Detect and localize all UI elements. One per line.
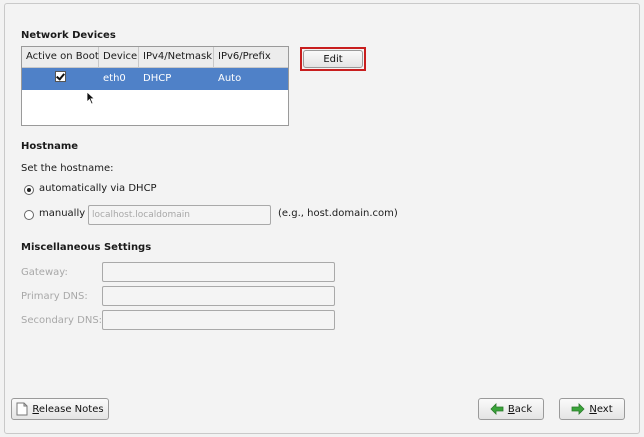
secondary-dns-label: Secondary DNS: <box>21 315 103 326</box>
back-button[interactable]: Back <box>478 398 544 420</box>
column-header-active[interactable]: Active on Boot <box>22 47 99 67</box>
arrow-right-icon <box>571 403 585 415</box>
manual-label[interactable]: manually <box>39 208 85 219</box>
column-header-ipv4[interactable]: IPv4/Netmask <box>139 47 214 67</box>
gateway-label: Gateway: <box>21 267 68 278</box>
arrow-left-icon <box>490 403 504 415</box>
ipv4-cell: DHCP <box>143 73 172 84</box>
edit-button-label: Edit <box>323 53 343 65</box>
table-header: Active on Boot Device IPv4/Netmask IPv6/… <box>22 47 288 68</box>
hostname-input[interactable]: localhost.localdomain <box>88 205 271 225</box>
misc-settings-title: Miscellaneous Settings <box>21 242 152 253</box>
back-label: Back <box>507 403 533 415</box>
primary-dns-input[interactable] <box>102 286 335 306</box>
mouse-pointer-icon <box>86 91 96 105</box>
set-hostname-label: Set the hostname: <box>21 163 114 174</box>
column-header-ipv6[interactable]: IPv6/Prefix <box>214 47 288 67</box>
active-on-boot-checkbox[interactable] <box>55 71 66 82</box>
gateway-input[interactable] <box>102 262 335 282</box>
secondary-dns-input[interactable] <box>102 310 335 330</box>
edit-button[interactable]: Edit <box>303 50 363 68</box>
table-row[interactable]: eth0 DHCP Auto <box>22 68 288 90</box>
manual-radio[interactable] <box>24 210 34 220</box>
hostname-title: Hostname <box>21 141 79 152</box>
auto-dhcp-label[interactable]: automatically via DHCP <box>39 183 157 194</box>
auto-dhcp-radio[interactable] <box>24 185 34 195</box>
column-header-device[interactable]: Device <box>99 47 139 67</box>
active-on-boot-cell <box>22 68 99 90</box>
release-notes-button[interactable]: Release Notes <box>11 398 109 420</box>
document-icon <box>16 402 28 416</box>
hostname-example: (e.g., host.domain.com) <box>278 208 398 219</box>
device-cell: eth0 <box>103 73 126 84</box>
next-label: Next <box>589 403 613 415</box>
release-notes-label: Release Notes <box>32 403 104 415</box>
network-devices-table[interactable]: Active on Boot Device IPv4/Netmask IPv6/… <box>21 46 289 126</box>
next-button[interactable]: Next <box>559 398 625 420</box>
ipv6-cell: Auto <box>218 73 242 84</box>
primary-dns-label: Primary DNS: <box>21 291 88 302</box>
network-devices-title: Network Devices <box>21 30 116 41</box>
